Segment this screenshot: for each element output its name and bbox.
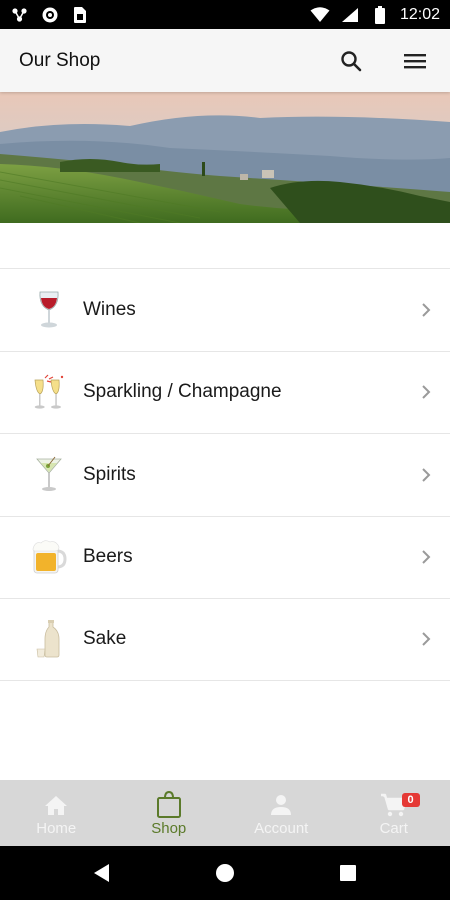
category-label: Sparkling / Champagne [83, 381, 282, 403]
category-item-spirits[interactable]: Spirits [0, 433, 450, 516]
nav-label: Shop [151, 820, 187, 837]
wine-glass-icon [30, 288, 68, 332]
category-item-beers[interactable]: Beers [0, 515, 450, 599]
banner-image [0, 92, 450, 223]
radio-icon [40, 5, 60, 25]
nav-item-account[interactable]: Account [225, 780, 338, 846]
sim-card-icon [70, 5, 90, 25]
cocktail-glass-icon [30, 453, 68, 497]
app-bar: Our Shop [0, 29, 450, 92]
battery-icon [370, 5, 390, 25]
chevron-right-icon [418, 467, 434, 483]
chevron-right-icon [418, 302, 434, 318]
nav-label: Account [254, 820, 309, 837]
status-left-icons [10, 5, 90, 25]
app-bar-actions [334, 44, 432, 78]
person-icon [267, 792, 295, 818]
category-label: Spirits [83, 463, 136, 485]
category-label: Sake [83, 628, 127, 650]
category-item-wines[interactable]: Wines [0, 268, 450, 351]
status-bar: 12:02 [0, 0, 450, 29]
chevron-right-icon [418, 384, 434, 400]
nav-item-home[interactable]: Home [0, 780, 113, 846]
category-label: Wines [83, 298, 136, 320]
chevron-right-icon [418, 631, 434, 647]
sake-bottle-icon [30, 617, 68, 661]
nav-item-cart[interactable]: Cart 0 [338, 780, 450, 846]
status-right-icons: 12:02 [310, 5, 440, 25]
home-icon [42, 792, 70, 818]
category-item-sake[interactable]: Sake [0, 598, 450, 681]
menu-icon[interactable] [398, 44, 432, 78]
category-label: Beers [83, 546, 133, 568]
status-time: 12:02 [399, 5, 440, 23]
nav-label: Home [36, 820, 77, 837]
network-share-icon [10, 5, 30, 25]
category-list: Wines Sparkling / Champagne Spirits Beer… [0, 268, 450, 681]
nav-label: Cart [379, 820, 408, 837]
recents-icon[interactable] [328, 853, 368, 893]
back-icon[interactable] [82, 853, 122, 893]
champagne-glasses-icon [30, 370, 68, 414]
system-nav-bar [0, 846, 450, 900]
shopping-bag-icon [155, 791, 183, 818]
signal-icon [340, 5, 360, 25]
home-circle-icon[interactable] [205, 853, 245, 893]
wifi-icon [310, 5, 330, 25]
category-item-sparkling[interactable]: Sparkling / Champagne [0, 350, 450, 434]
search-icon[interactable] [334, 44, 368, 78]
cart-count-badge: 0 [401, 793, 420, 807]
page-title: Our Shop [19, 49, 101, 71]
nav-item-shop[interactable]: Shop [113, 780, 226, 846]
chevron-right-icon [418, 549, 434, 565]
bottom-nav: Home Shop Account Cart 0 [0, 780, 450, 846]
beer-mug-icon [30, 535, 68, 579]
